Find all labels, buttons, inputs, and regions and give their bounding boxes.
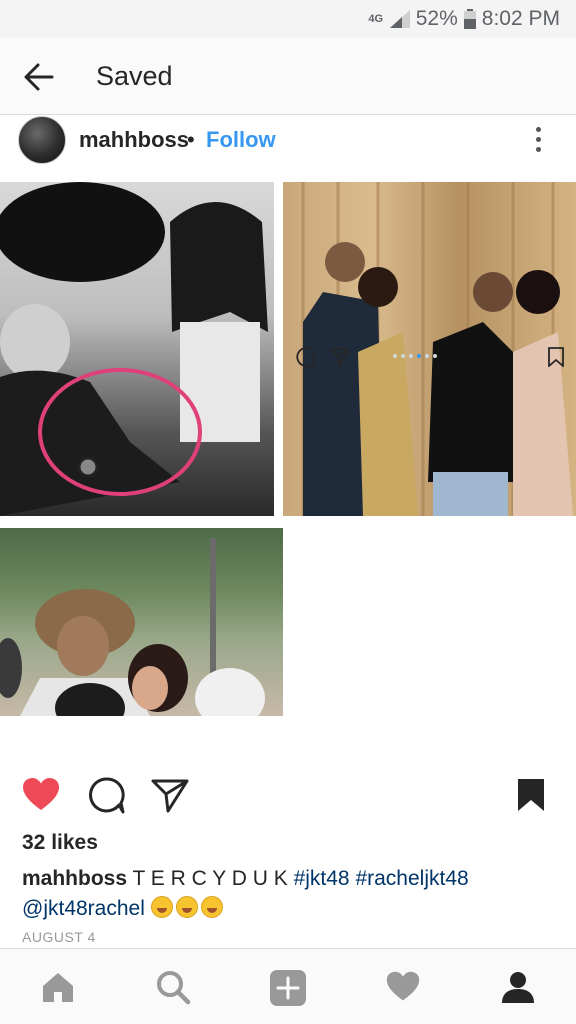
carousel-dots (393, 354, 437, 358)
separator-dot: • (187, 127, 195, 152)
comment-icon (296, 347, 316, 367)
more-dot (535, 127, 541, 132)
post-image[interactable] (0, 180, 576, 720)
page-title: Saved (96, 61, 173, 91)
post-date: AUGUST 4 (22, 929, 96, 945)
hashtag-link[interactable]: #jkt48 (294, 867, 350, 890)
bookmark-icon (548, 347, 564, 367)
laughing-emoji-icon (200, 896, 223, 918)
caption-username[interactable]: mahhboss (22, 867, 127, 890)
arrow-left-icon (24, 63, 54, 91)
nav-home[interactable] (40, 969, 76, 1005)
network-indicator: 4G (368, 13, 384, 25)
nav-activity[interactable] (385, 969, 421, 1005)
bottom-navigation (0, 948, 576, 1024)
home-icon (43, 973, 73, 1002)
battery-icon (463, 9, 476, 29)
heart-filled-icon (23, 778, 59, 810)
battery-percent: 52% (415, 7, 458, 30)
hashtag-link[interactable]: #racheljkt48 (355, 867, 468, 890)
bookmark-filled-icon (518, 779, 544, 811)
post-username[interactable]: mahhboss (79, 127, 189, 153)
app-header: Saved (0, 38, 576, 115)
avatar[interactable] (18, 116, 66, 164)
caption-text: T E R C Y D U K (132, 867, 288, 890)
photo-bottom (0, 528, 283, 716)
comment-icon (89, 777, 125, 814)
clock: 8:02 PM (481, 7, 560, 30)
nav-profile[interactable] (500, 969, 536, 1005)
nav-add[interactable] (269, 969, 306, 1006)
status-bar: 4G 52% 8:02 PM (0, 0, 576, 38)
likes-count[interactable]: 32 likes (22, 831, 98, 855)
back-button[interactable] (22, 60, 56, 94)
mention-link[interactable]: @jkt48rachel (22, 897, 145, 920)
add-icon (270, 970, 306, 1006)
profile-icon (502, 972, 534, 1003)
embedded-action-bar (283, 340, 576, 372)
comment-button[interactable] (86, 775, 126, 815)
post-header: mahhboss • Follow (0, 116, 576, 180)
post-action-bar (0, 770, 576, 820)
send-icon (151, 779, 189, 813)
photo-left (0, 182, 274, 516)
like-button[interactable] (21, 775, 61, 815)
laughing-emoji-icon (175, 896, 198, 918)
post-caption: mahhboss T E R C Y D U K #jkt48 #rachelj… (22, 864, 562, 924)
more-dot (535, 147, 541, 152)
share-button[interactable] (150, 775, 190, 815)
send-icon (330, 348, 350, 367)
more-dot (535, 137, 541, 142)
nav-search[interactable] (155, 969, 191, 1005)
heart-icon (386, 971, 420, 1001)
search-icon (157, 971, 191, 1005)
more-options-button[interactable] (528, 124, 548, 156)
save-button[interactable] (516, 775, 552, 815)
signal-icon (389, 10, 410, 28)
laughing-emoji-icon (150, 896, 173, 918)
follow-button[interactable]: Follow (206, 127, 276, 153)
